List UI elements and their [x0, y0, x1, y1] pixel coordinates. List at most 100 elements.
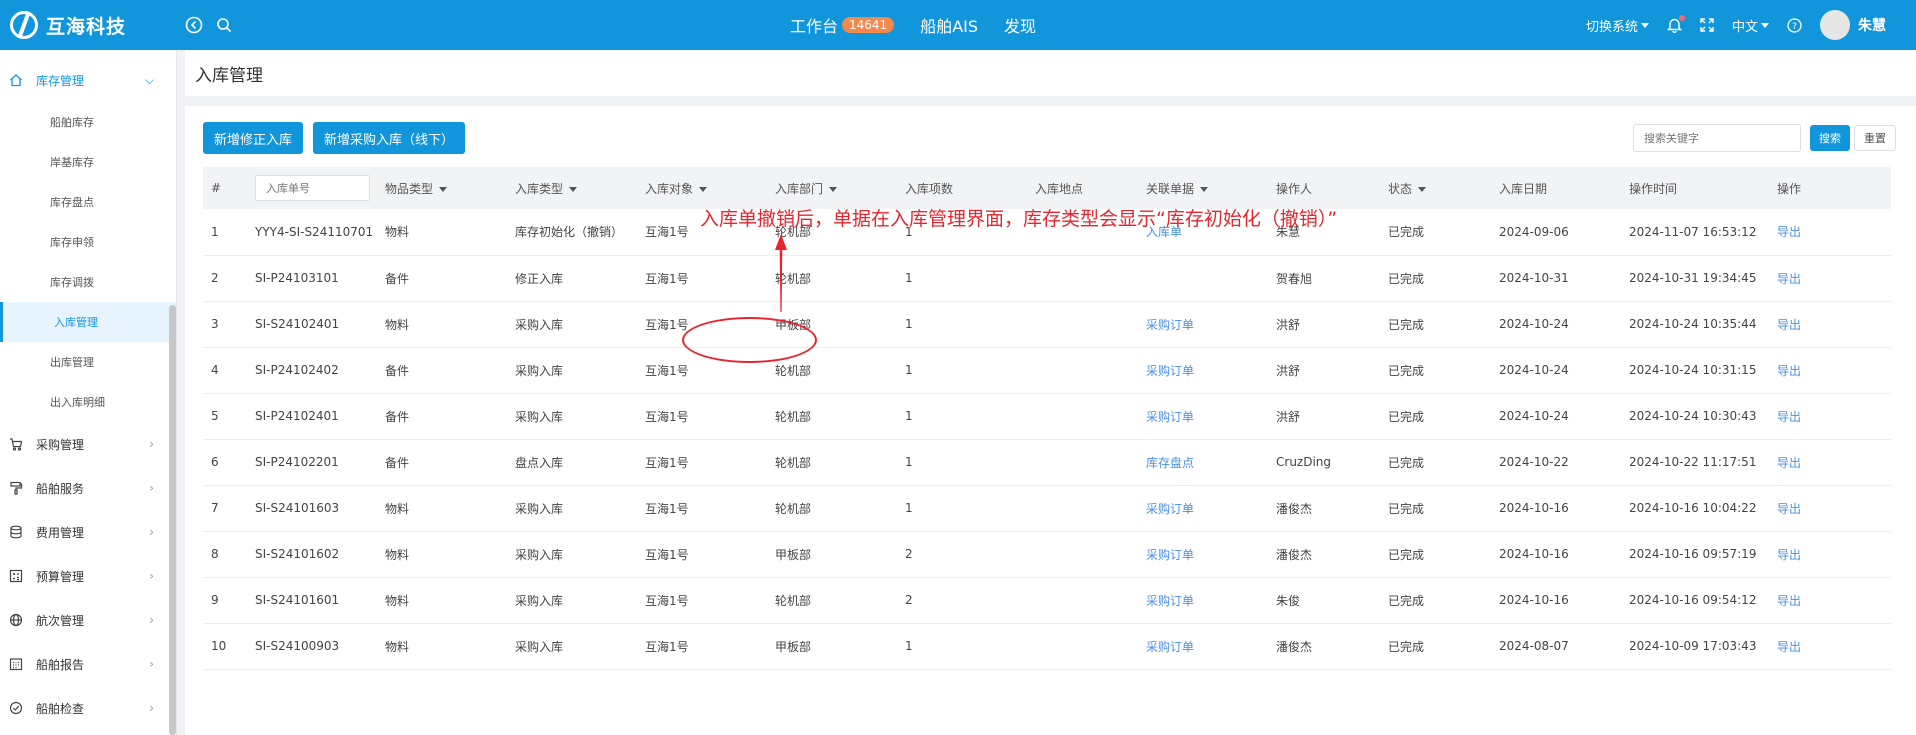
cell-item-type: 物料 [377, 577, 507, 624]
cell-related-doc-link[interactable]: 采购订单 [1138, 485, 1268, 532]
cell-index: 5 [203, 393, 247, 440]
export-link[interactable]: 导出 [1769, 255, 1891, 302]
search-area: 搜索 重置 [1633, 124, 1896, 152]
col-order-filter [247, 167, 377, 209]
table-row[interactable]: 5 SI-P24102401 备件 采购入库 互海1号 轮机部 1 采购订单 洪舒 已完成 2024… [203, 393, 1891, 440]
table-row[interactable]: 3 SI-S24102401 物料 采购入库 互海1号 甲板部 1 采购订单 洪舒 已完成 2024… [203, 301, 1891, 348]
col-status[interactable]: 状态 [1380, 167, 1491, 209]
col-target[interactable]: 入库对象 [637, 167, 767, 209]
sidebar-group-ship-service[interactable]: 船舶服务 › [0, 466, 176, 510]
col-dept[interactable]: 入库部门 [767, 167, 897, 209]
search-button[interactable]: 搜索 [1810, 125, 1850, 151]
sidebar-item-stock-request[interactable]: 库存申领 [0, 222, 176, 262]
caret-down-icon [829, 186, 838, 192]
table-row[interactable]: 10 SI-S24100903 物料 采购入库 互海1号 甲板部 1 采购订单 潘俊杰 已完成 20… [203, 623, 1891, 670]
cell-status: 已完成 [1380, 255, 1491, 302]
user-menu[interactable]: 朱慧 [1820, 10, 1886, 40]
cell-location [1027, 301, 1138, 348]
language-dropdown[interactable]: 中文 [1732, 16, 1769, 35]
cell-operator: 潘俊杰 [1268, 623, 1380, 670]
sidebar-group-voyage[interactable]: 航次管理 › [0, 598, 176, 642]
sidebar-group-ship-report[interactable]: 船舶报告 › [0, 642, 176, 686]
cell-location [1027, 347, 1138, 394]
add-purchase-inbound-button[interactable]: 新增采购入库（线下） [313, 122, 466, 154]
cell-count: 1 [897, 485, 1027, 532]
search-icon[interactable] [213, 14, 235, 36]
cell-count: 1 [897, 623, 1027, 670]
chevron-right-icon: › [149, 481, 154, 495]
order-number-filter-input[interactable] [255, 175, 370, 201]
logo[interactable]: 互海科技 [0, 11, 175, 39]
cell-related-doc-link[interactable]: 采购订单 [1138, 577, 1268, 624]
sidebar-item-outbound[interactable]: 出库管理 [0, 342, 176, 382]
cell-related-doc-link[interactable]: 采购订单 [1138, 623, 1268, 670]
cell-dept: 轮机部 [767, 393, 897, 440]
cell-item-type: 物料 [377, 623, 507, 670]
col-related[interactable]: 关联单据 [1138, 167, 1268, 209]
sidebar-item-shore-stock[interactable]: 岸基库存 [0, 142, 176, 182]
table-row[interactable]: 2 SI-P24103101 备件 修正入库 互海1号 轮机部 1 贺春旭 已完成 2024-10… [203, 255, 1891, 302]
cell-related-doc-link[interactable]: 采购订单 [1138, 393, 1268, 440]
sidebar-item-stock-transfer[interactable]: 库存调拨 [0, 262, 176, 302]
cell-related-doc-link[interactable]: 采购订单 [1138, 301, 1268, 348]
sidebar-group-inventory[interactable]: 库存管理 ⌵ [0, 58, 176, 102]
cell-related-doc-link[interactable]: 采购订单 [1138, 531, 1268, 578]
table-row[interactable]: 6 SI-P24102201 备件 盘点入库 互海1号 轮机部 1 库存盘点 CruzDing 已… [203, 439, 1891, 486]
help-icon[interactable]: ? [1787, 17, 1802, 33]
cell-related-doc-link[interactable] [1138, 255, 1268, 302]
col-in-type[interactable]: 入库类型 [507, 167, 637, 209]
sidebar-group-budget[interactable]: 预算管理 › [0, 554, 176, 598]
nav-workbench[interactable]: 工作台 14641 [790, 13, 895, 37]
nav-discover[interactable]: 发现 [1004, 13, 1036, 37]
col-target-label: 入库对象 [645, 181, 694, 196]
cell-target: 互海1号 [637, 485, 767, 532]
cell-index: 2 [203, 255, 247, 302]
cell-date: 2024-10-24 [1491, 301, 1621, 348]
export-link[interactable]: 导出 [1769, 485, 1891, 532]
chevron-right-icon: › [149, 657, 154, 671]
sidebar-group-label: 费用管理 [36, 525, 85, 540]
back-circle-icon[interactable] [183, 14, 205, 36]
cell-count: 1 [897, 347, 1027, 394]
col-item-type[interactable]: 物品类型 [377, 167, 507, 209]
sidebar-item-inout-detail[interactable]: 出入库明细 [0, 382, 176, 422]
sidebar-item-stocktake[interactable]: 库存盘点 [0, 182, 176, 222]
table-row[interactable]: 9 SI-S24101601 物料 采购入库 互海1号 轮机部 2 采购订单 朱俊 已完成 2024… [203, 577, 1891, 624]
cell-count: 1 [897, 255, 1027, 302]
sidebar-scrollbar[interactable] [169, 305, 176, 735]
cell-item-type: 备件 [377, 393, 507, 440]
export-link[interactable]: 导出 [1769, 577, 1891, 624]
sidebar-group-expense[interactable]: 费用管理 › [0, 510, 176, 554]
table-row[interactable]: 7 SI-S24101603 物料 采购入库 互海1号 轮机部 1 采购订单 潘俊杰 已完成 202… [203, 485, 1891, 532]
nav-ais[interactable]: 船舶AIS [920, 13, 978, 37]
cell-dept: 甲板部 [767, 623, 897, 670]
cell-related-doc-link[interactable]: 采购订单 [1138, 347, 1268, 394]
export-link[interactable]: 导出 [1769, 209, 1891, 256]
sidebar-item-ship-stock[interactable]: 船舶库存 [0, 102, 176, 142]
cell-date: 2024-10-16 [1491, 531, 1621, 578]
paint-roller-icon [8, 480, 24, 496]
sidebar-group-purchase[interactable]: 采购管理 › [0, 422, 176, 466]
sidebar-item-inbound[interactable]: 入库管理 [0, 302, 176, 342]
cell-location [1027, 623, 1138, 670]
reset-button[interactable]: 重置 [1854, 125, 1896, 151]
switch-system-dropdown[interactable]: 切换系统 [1586, 16, 1649, 35]
export-link[interactable]: 导出 [1769, 393, 1891, 440]
cell-related-doc-link[interactable]: 库存盘点 [1138, 439, 1268, 486]
export-link[interactable]: 导出 [1769, 301, 1891, 348]
bell-icon[interactable] [1666, 15, 1685, 33]
cell-item-type: 物料 [377, 209, 507, 256]
cell-operator: 潘俊杰 [1268, 485, 1380, 532]
table-row[interactable]: 4 SI-P24102402 备件 采购入库 互海1号 轮机部 1 采购订单 洪舒 已完成 2024… [203, 347, 1891, 394]
export-link[interactable]: 导出 [1769, 623, 1891, 670]
chevron-right-icon: › [149, 701, 154, 715]
table-row[interactable]: 8 SI-S24101602 物料 采购入库 互海1号 甲板部 2 采购订单 潘俊杰 已完成 202… [203, 531, 1891, 578]
col-dept-label: 入库部门 [775, 181, 824, 196]
sidebar-group-ship-inspection[interactable]: 船舶检查 › [0, 686, 176, 730]
fullscreen-icon[interactable] [1700, 18, 1714, 32]
add-correction-inbound-button[interactable]: 新增修正入库 [203, 122, 304, 154]
export-link[interactable]: 导出 [1769, 439, 1891, 486]
search-input[interactable] [1633, 124, 1801, 152]
export-link[interactable]: 导出 [1769, 347, 1891, 394]
export-link[interactable]: 导出 [1769, 531, 1891, 578]
